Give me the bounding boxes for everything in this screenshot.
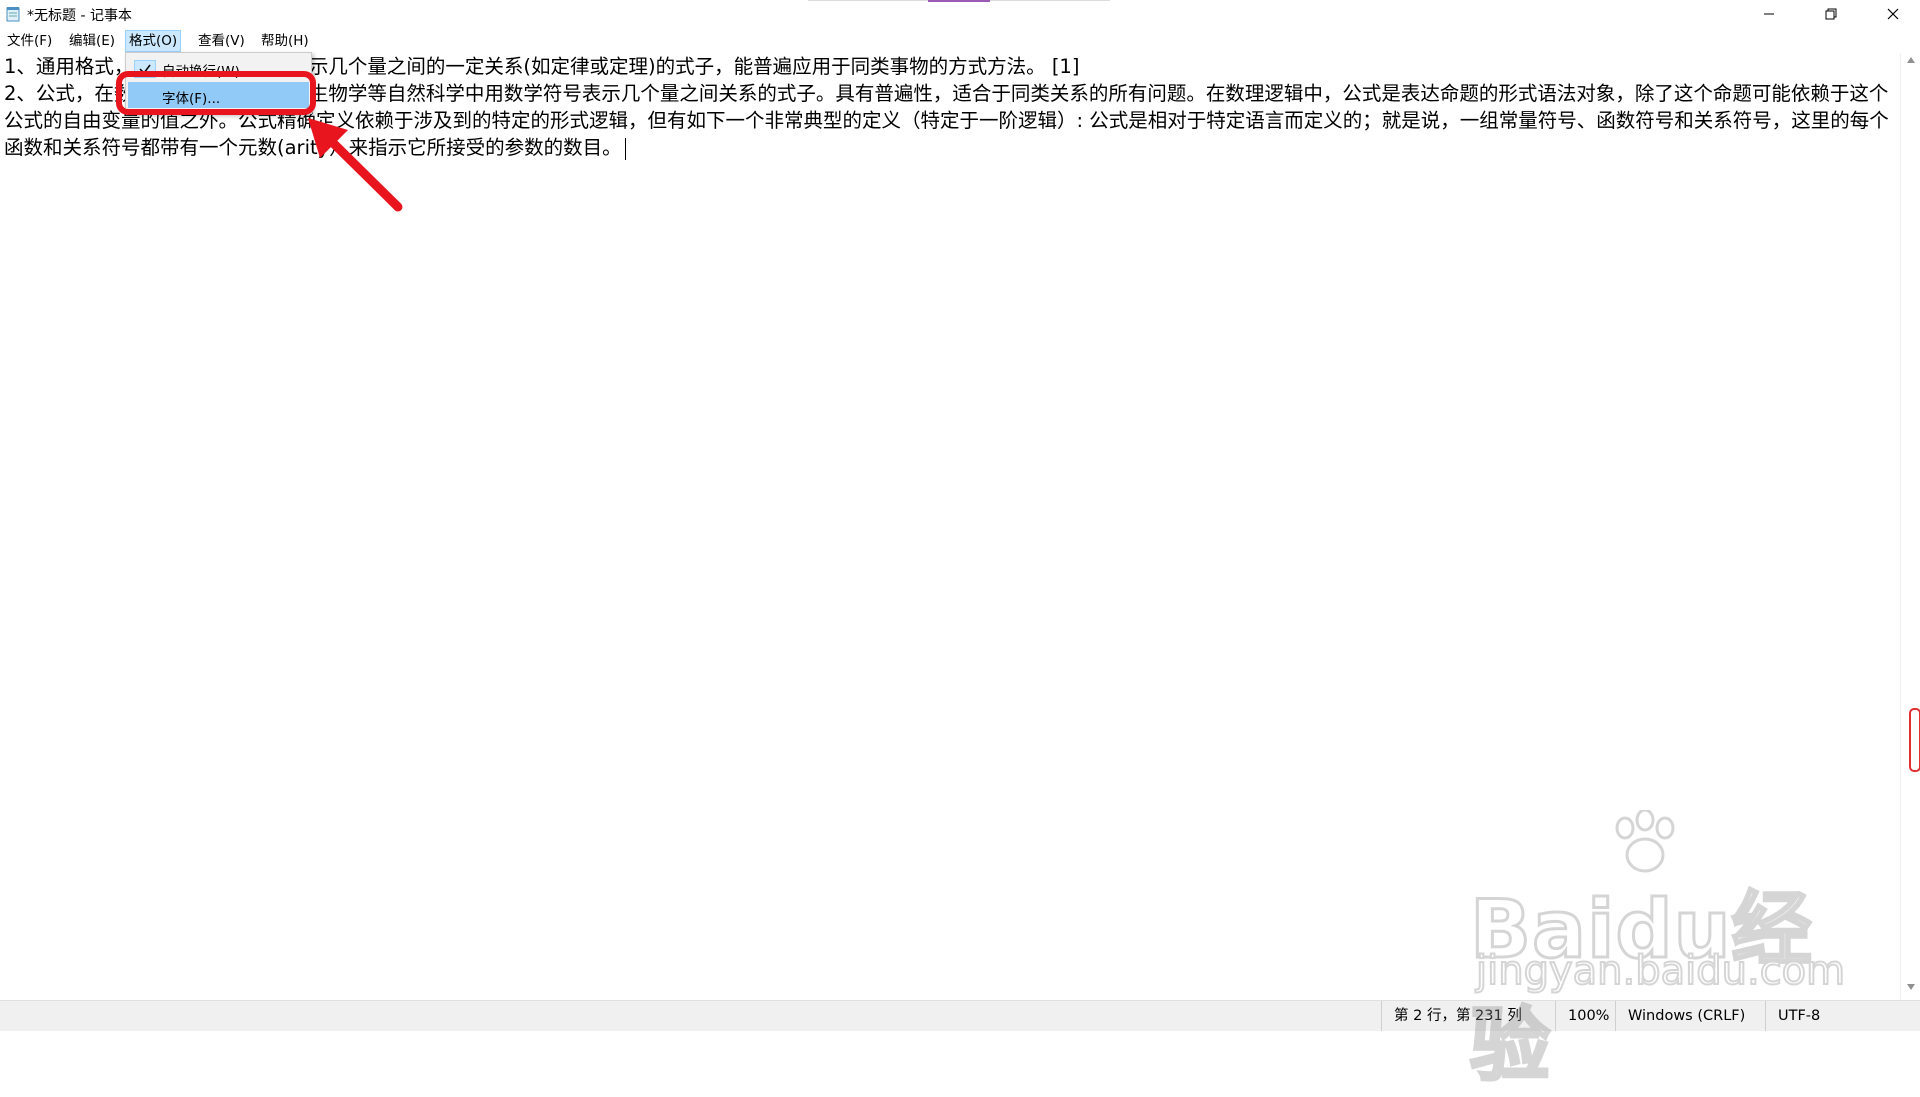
restore-icon — [1825, 8, 1837, 20]
close-button[interactable] — [1862, 0, 1920, 28]
menu-bar: 文件(F) 编辑(E) 格式(O) 查看(V) 帮助(H) — [0, 29, 1920, 53]
title-bar: *无标题 - 记事本 — [0, 0, 1920, 28]
scroll-thumb[interactable] — [1909, 708, 1920, 772]
annotation-arrow-icon — [308, 118, 403, 212]
menu-edit[interactable]: 编辑(E) — [66, 31, 118, 51]
annotation-highlight-ring — [116, 71, 316, 115]
close-icon — [1887, 8, 1899, 20]
baidu-watermark: Baidu经验 jingyan.baidu.com — [1469, 810, 1846, 1094]
vertical-scrollbar[interactable] — [1900, 53, 1920, 1000]
watermark-url: jingyan.baidu.com — [1475, 947, 1846, 995]
menu-help[interactable]: 帮助(H) — [258, 31, 312, 51]
scroll-up-icon[interactable] — [1906, 56, 1916, 64]
notepad-icon — [6, 7, 20, 22]
menu-file[interactable]: 文件(F) — [4, 31, 55, 51]
window-title: *无标题 - 记事本 — [27, 8, 132, 24]
restore-button[interactable] — [1800, 0, 1862, 28]
menu-format[interactable]: 格式(O) — [125, 30, 182, 52]
scroll-down-icon[interactable] — [1906, 983, 1916, 991]
text-caret — [624, 137, 626, 160]
menu-view[interactable]: 查看(V) — [195, 31, 248, 51]
minimize-icon — [1764, 13, 1774, 15]
title-accent — [928, 0, 990, 2]
minimize-button[interactable] — [1738, 0, 1800, 28]
